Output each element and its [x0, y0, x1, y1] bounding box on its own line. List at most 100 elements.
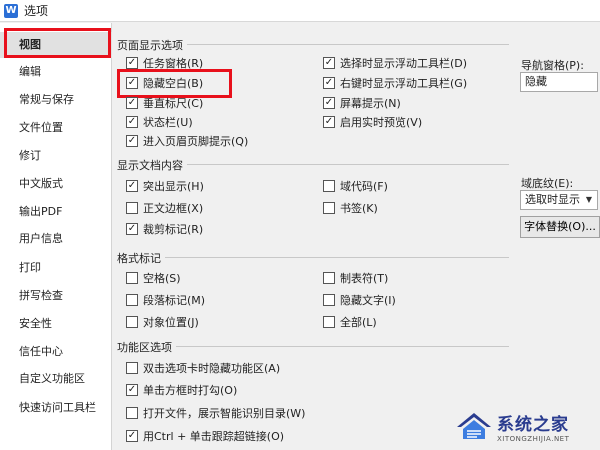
checkbox-box[interactable] — [323, 272, 335, 284]
field-shading-label: 域底纹(E): — [521, 177, 574, 190]
check-icon: ✓ — [127, 430, 137, 441]
checkbox-all-marks[interactable]: 全部(L) — [323, 314, 377, 330]
checkbox-box[interactable] — [126, 316, 138, 328]
group-title-ribbon: 功能区选项 — [117, 339, 176, 355]
checkbox-label: 对象位置(J) — [143, 316, 199, 329]
checkbox-label: 双击选项卡时隐藏功能区(A) — [143, 362, 281, 375]
checkbox-label: 状态栏(U) — [143, 116, 193, 129]
checkbox-box[interactable]: ✓ — [126, 97, 138, 109]
checkbox-label: 域代码(F) — [340, 180, 388, 193]
checkbox-ctrl-click-hyperlink[interactable]: ✓ 用Ctrl + 单击跟踪超链接(O) — [126, 428, 284, 444]
checkbox-box[interactable]: ✓ — [323, 57, 335, 69]
checkbox-live-preview[interactable]: ✓ 启用实时预览(V) — [323, 114, 422, 130]
checkbox-box[interactable] — [126, 294, 138, 306]
sidebar-item-chinese-layout[interactable]: 中文版式 — [0, 171, 112, 197]
checkbox-hide-blank[interactable]: ✓ 隐藏空白(B) — [126, 75, 203, 91]
checkbox-task-pane[interactable]: ✓ 任务窗格(R) — [126, 55, 203, 71]
checkbox-smart-toc[interactable]: 打开文件，展示智能识别目录(W) — [126, 405, 305, 421]
check-icon: ✓ — [127, 384, 137, 395]
watermark-logo-icon — [455, 409, 493, 443]
sidebar-item-revision[interactable]: 修订 — [0, 143, 112, 169]
checkbox-label: 垂直标尺(C) — [143, 97, 204, 110]
chevron-down-icon[interactable]: ▼ — [586, 191, 592, 209]
checkbox-label: 启用实时预览(V) — [340, 116, 423, 129]
sidebar-item-general-save[interactable]: 常规与保存 — [0, 87, 112, 113]
checkbox-box[interactable]: ✓ — [323, 116, 335, 128]
checkbox-label: 右键时显示浮动工具栏(G) — [340, 77, 468, 90]
checkbox-double-click-hide-ribbon[interactable]: 双击选项卡时隐藏功能区(A) — [126, 360, 280, 376]
checkbox-box[interactable]: ✓ — [126, 430, 138, 442]
sidebar-item-output-pdf[interactable]: 输出PDF — [0, 199, 112, 225]
checkbox-status-bar[interactable]: ✓ 状态栏(U) — [126, 114, 193, 130]
sidebar-item-print[interactable]: 打印 — [0, 255, 112, 281]
checkbox-paragraph-marks[interactable]: 段落标记(M) — [126, 292, 205, 308]
checkbox-highlight[interactable]: ✓ 突出显示(H) — [126, 178, 204, 194]
checkbox-vertical-ruler[interactable]: ✓ 垂直标尺(C) — [126, 95, 203, 111]
check-icon: ✓ — [127, 57, 137, 68]
select-value: 选取时显示 — [525, 193, 580, 206]
field-shading-select[interactable]: 选取时显示 ▼ — [520, 190, 598, 210]
checkbox-label: 裁剪标记(R) — [143, 223, 204, 236]
checkbox-box[interactable] — [323, 294, 335, 306]
watermark-main-text: 系统之家 — [497, 414, 569, 435]
checkbox-box[interactable] — [323, 316, 335, 328]
sidebar-item-edit[interactable]: 编辑 — [0, 59, 112, 85]
checkbox-box[interactable] — [126, 272, 138, 284]
checkbox-label: 打开文件，展示智能识别目录(W) — [143, 407, 306, 420]
checkbox-spaces[interactable]: 空格(S) — [126, 270, 181, 286]
checkbox-click-box-tick[interactable]: ✓ 单击方框时打勾(O) — [126, 382, 237, 398]
checkbox-field-codes[interactable]: 域代码(F) — [323, 178, 388, 194]
checkbox-box[interactable]: ✓ — [126, 77, 138, 89]
checkbox-label: 选择时显示浮动工具栏(D) — [340, 57, 468, 70]
checkbox-label: 隐藏文字(I) — [340, 294, 396, 307]
sidebar-item-security[interactable]: 安全性 — [0, 311, 112, 337]
checkbox-label: 突出显示(H) — [143, 180, 204, 193]
sidebar-item-custom-ribbon[interactable]: 自定义功能区 — [0, 366, 112, 392]
checkbox-box[interactable]: ✓ — [126, 57, 138, 69]
check-icon: ✓ — [324, 116, 334, 127]
checkbox-bookmarks[interactable]: 书签(K) — [323, 200, 378, 216]
sidebar-item-view[interactable]: 视图 — [0, 32, 112, 58]
app-icon: W — [4, 3, 18, 18]
check-icon: ✓ — [127, 116, 137, 127]
select-value: 隐藏 — [525, 75, 547, 88]
checkbox-box[interactable]: ✓ — [126, 180, 138, 192]
checkbox-label: 书签(K) — [340, 202, 378, 215]
checkbox-box[interactable] — [323, 180, 335, 192]
group-divider — [117, 257, 509, 258]
sidebar-item-file-location[interactable]: 文件位置 — [0, 115, 112, 141]
checkbox-label: 任务窗格(R) — [143, 57, 204, 70]
checkbox-box[interactable]: ✓ — [126, 135, 138, 147]
checkbox-label: 单击方框时打勾(O) — [143, 384, 238, 397]
checkbox-box[interactable] — [126, 202, 138, 214]
options-panel: 页面显示选项 ✓ 任务窗格(R) ✓ 隐藏空白(B) ✓ 垂直标尺(C) ✓ 状… — [113, 23, 600, 450]
checkbox-box[interactable]: ✓ — [323, 77, 335, 89]
font-replace-button[interactable]: 字体替换(O)... — [520, 216, 600, 238]
checkbox-box[interactable]: ✓ — [126, 223, 138, 235]
checkbox-box[interactable]: ✓ — [126, 384, 138, 396]
checkbox-object-anchors[interactable]: 对象位置(J) — [126, 314, 199, 330]
checkbox-label: 空格(S) — [143, 272, 181, 285]
nav-pane-label: 导航窗格(P): — [521, 59, 584, 72]
checkbox-screen-tips[interactable]: ✓ 屏幕提示(N) — [323, 95, 401, 111]
sidebar-item-user-info[interactable]: 用户信息 — [0, 226, 112, 252]
sidebar-item-spell-check[interactable]: 拼写检查 — [0, 283, 112, 309]
checkbox-crop-marks[interactable]: ✓ 裁剪标记(R) — [126, 221, 203, 237]
checkbox-header-footer-tip[interactable]: ✓ 进入页眉页脚提示(Q) — [126, 133, 248, 149]
checkbox-hidden-text[interactable]: 隐藏文字(I) — [323, 292, 396, 308]
checkbox-label: 正文边框(X) — [143, 202, 204, 215]
checkbox-box[interactable]: ✓ — [323, 97, 335, 109]
checkbox-tab-characters[interactable]: 制表符(T) — [323, 270, 388, 286]
checkbox-text-boundary[interactable]: 正文边框(X) — [126, 200, 203, 216]
sidebar-item-trust-center[interactable]: 信任中心 — [0, 339, 112, 365]
checkbox-float-toolbar-right-click[interactable]: ✓ 右键时显示浮动工具栏(G) — [323, 75, 467, 91]
checkbox-label: 隐藏空白(B) — [143, 77, 204, 90]
watermark-text: 系统之家 XITONGZHIJIA.NET — [497, 410, 569, 443]
checkbox-box[interactable] — [126, 362, 138, 374]
nav-pane-select[interactable]: 隐藏 — [520, 72, 598, 92]
checkbox-box[interactable] — [126, 407, 138, 419]
checkbox-float-toolbar-select[interactable]: ✓ 选择时显示浮动工具栏(D) — [323, 55, 467, 71]
checkbox-box[interactable] — [323, 202, 335, 214]
checkbox-box[interactable]: ✓ — [126, 116, 138, 128]
sidebar-item-quick-access[interactable]: 快速访问工具栏 — [0, 395, 112, 421]
